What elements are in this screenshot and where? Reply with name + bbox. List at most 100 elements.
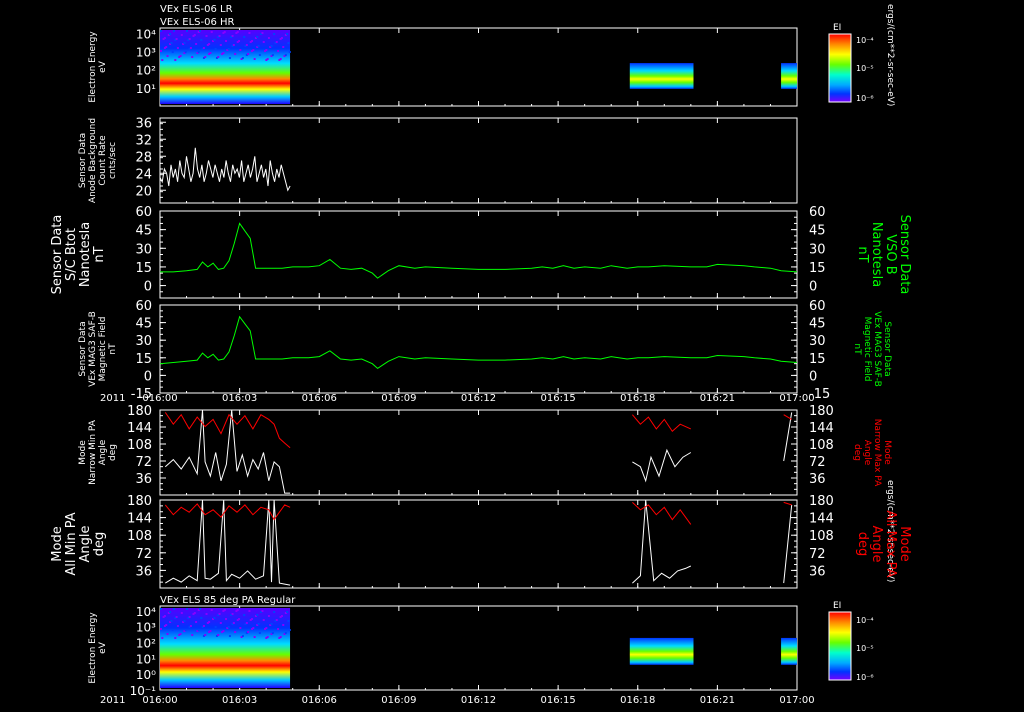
spectrogram-pixel bbox=[169, 33, 172, 35]
y-axis-label-line: nT bbox=[108, 343, 118, 355]
y-tick-label: 72 bbox=[135, 455, 152, 470]
spectrogram-block bbox=[781, 637, 797, 665]
time-tick-label: 016:00 bbox=[142, 695, 177, 706]
series-line bbox=[632, 502, 692, 525]
y-tick-label: 10² bbox=[136, 636, 156, 650]
spectrogram-pixel bbox=[282, 46, 285, 48]
spectrogram-pixel bbox=[282, 624, 285, 626]
y-tick-label: 10⁴ bbox=[136, 605, 156, 619]
spectrogram-pixel bbox=[163, 615, 166, 617]
y-tick-label: 10¹ bbox=[136, 82, 156, 96]
spectrogram-pixel bbox=[277, 628, 280, 630]
y-tick-label: 10⁴ bbox=[136, 27, 156, 41]
spectrogram-pixel bbox=[266, 58, 269, 60]
spectrogram-pixel bbox=[236, 31, 239, 33]
spectrogram-pixel bbox=[202, 47, 205, 49]
spectrogram-pixel bbox=[218, 613, 221, 615]
spectrogram-pixel bbox=[227, 48, 230, 50]
series-line bbox=[159, 147, 291, 192]
y-tick-label-right: 15 bbox=[809, 352, 826, 367]
y-axis-label-line: deg bbox=[92, 532, 107, 557]
colorbar-bottom-scale bbox=[828, 611, 852, 681]
colorbar-top-scale bbox=[828, 33, 852, 103]
y-axis-label-right-line: deg bbox=[852, 444, 862, 461]
spectrogram-pixel bbox=[161, 637, 164, 639]
y-axis-label-line: Nanotesla bbox=[78, 222, 93, 287]
spectrogram-pixel bbox=[197, 51, 200, 53]
spectrogram-pixel bbox=[266, 636, 269, 638]
y-axis-label-right-line: VEx MAG3 SAF-B bbox=[872, 311, 882, 387]
y-tick-label-right: 144 bbox=[809, 512, 834, 527]
spectrogram-pixel bbox=[258, 632, 261, 634]
y-tick-label-right: 180 bbox=[809, 494, 834, 509]
y-axis-label-line: Mode bbox=[78, 440, 88, 465]
spectrogram-pixel bbox=[257, 45, 260, 47]
spectrogram-pixel bbox=[171, 629, 174, 631]
spectrogram-pixel bbox=[248, 610, 251, 612]
y-axis-label-line: nT bbox=[92, 246, 107, 262]
spectrogram-pixel bbox=[256, 614, 259, 616]
y-tick-label: 180 bbox=[127, 494, 152, 509]
colorbar-top-units: ergs/(cm**2-sr-sec-eV) bbox=[885, 4, 895, 106]
colorbar-bottom-tick-1: 10⁻⁴ bbox=[856, 616, 874, 625]
spectrogram-pixel bbox=[184, 629, 187, 631]
spectrogram-pixel bbox=[218, 35, 221, 37]
panel-p7: 10⁴10³10²10¹10⁰10⁻¹Electron Energy eV bbox=[88, 605, 798, 698]
series-line bbox=[164, 409, 291, 494]
panel-frame bbox=[159, 304, 798, 394]
colorbar-top-title: EI bbox=[833, 23, 841, 33]
spectrogram-pixel bbox=[191, 634, 194, 636]
spectrogram-pixel bbox=[262, 619, 265, 621]
spectrogram-pixel bbox=[219, 44, 222, 46]
time-tick-label: 016:09 bbox=[381, 695, 416, 706]
y-tick-label: 60 bbox=[135, 205, 152, 220]
spectrogram-pixel bbox=[184, 51, 187, 53]
spectrogram-pixel bbox=[204, 634, 207, 636]
spectrogram-pixel bbox=[253, 58, 256, 60]
y-tick-label: 180 bbox=[127, 404, 152, 419]
y-tick-label-right: 144 bbox=[809, 421, 834, 436]
spectrogram-pixel bbox=[225, 618, 228, 620]
spectrogram-pixel bbox=[251, 40, 254, 42]
spectrogram-pixel bbox=[223, 31, 226, 33]
y-axis-label-line: Electron Energy bbox=[88, 612, 98, 684]
spectrogram-pixel bbox=[183, 620, 186, 622]
spectrogram-pixel bbox=[213, 617, 216, 619]
spectrogram-pixel bbox=[210, 31, 213, 33]
time-tick-label: 016:03 bbox=[222, 695, 257, 706]
spectrogram-pixel bbox=[247, 53, 250, 55]
colorbar-top-tick-2: 10⁻⁵ bbox=[856, 64, 874, 73]
spectrogram-pixel bbox=[287, 620, 290, 622]
y-tick-label-right: 108 bbox=[809, 529, 834, 544]
y-tick-label: 30 bbox=[135, 242, 152, 257]
y-axis-label-line: Angle bbox=[98, 439, 108, 465]
spectrogram-pixel bbox=[193, 612, 196, 614]
spectrogram-pixel bbox=[170, 620, 173, 622]
spectrogram-pixel bbox=[245, 622, 248, 624]
time-tick-label: 016:00 bbox=[142, 393, 177, 404]
y-tick-label: 32 bbox=[135, 133, 152, 148]
spectrogram-pixel bbox=[271, 632, 274, 634]
spectrogram-pixel bbox=[273, 611, 276, 613]
spectrogram-pixel bbox=[273, 33, 276, 35]
spectrogram-pixel bbox=[208, 621, 211, 623]
panel7-title: VEx ELS 85 deg PA Regular bbox=[160, 595, 296, 606]
y-axis-label-line: Electron Energy bbox=[88, 31, 98, 103]
spectrogram-pixel bbox=[223, 609, 226, 611]
spectrogram-pixel bbox=[234, 53, 237, 55]
y-tick-label-right: 45 bbox=[809, 317, 826, 332]
y-tick-label: 108 bbox=[127, 438, 152, 453]
spectrogram-block bbox=[629, 63, 694, 89]
spectrogram-pixel bbox=[208, 43, 211, 45]
spectrogram-pixel bbox=[261, 610, 264, 612]
spectrogram-pixel bbox=[228, 635, 231, 637]
y-axis-label-line: Mode bbox=[50, 526, 65, 561]
panel-p2: 36 32 28 24 20 Sensor Data Anode Background Cou… bbox=[78, 116, 798, 204]
spectrogram-pixel bbox=[275, 41, 278, 43]
spectrogram-pixel bbox=[277, 50, 280, 52]
series-line bbox=[160, 222, 798, 279]
y-tick-label-right: 60 bbox=[809, 299, 826, 314]
y-axis-label-line: eV bbox=[98, 641, 108, 654]
time-tick-label: 017:00 bbox=[779, 393, 814, 404]
plot-stage: VEx ELS-06 LR VEx ELS-06 HR VEx ELS 85 d… bbox=[0, 0, 1024, 708]
